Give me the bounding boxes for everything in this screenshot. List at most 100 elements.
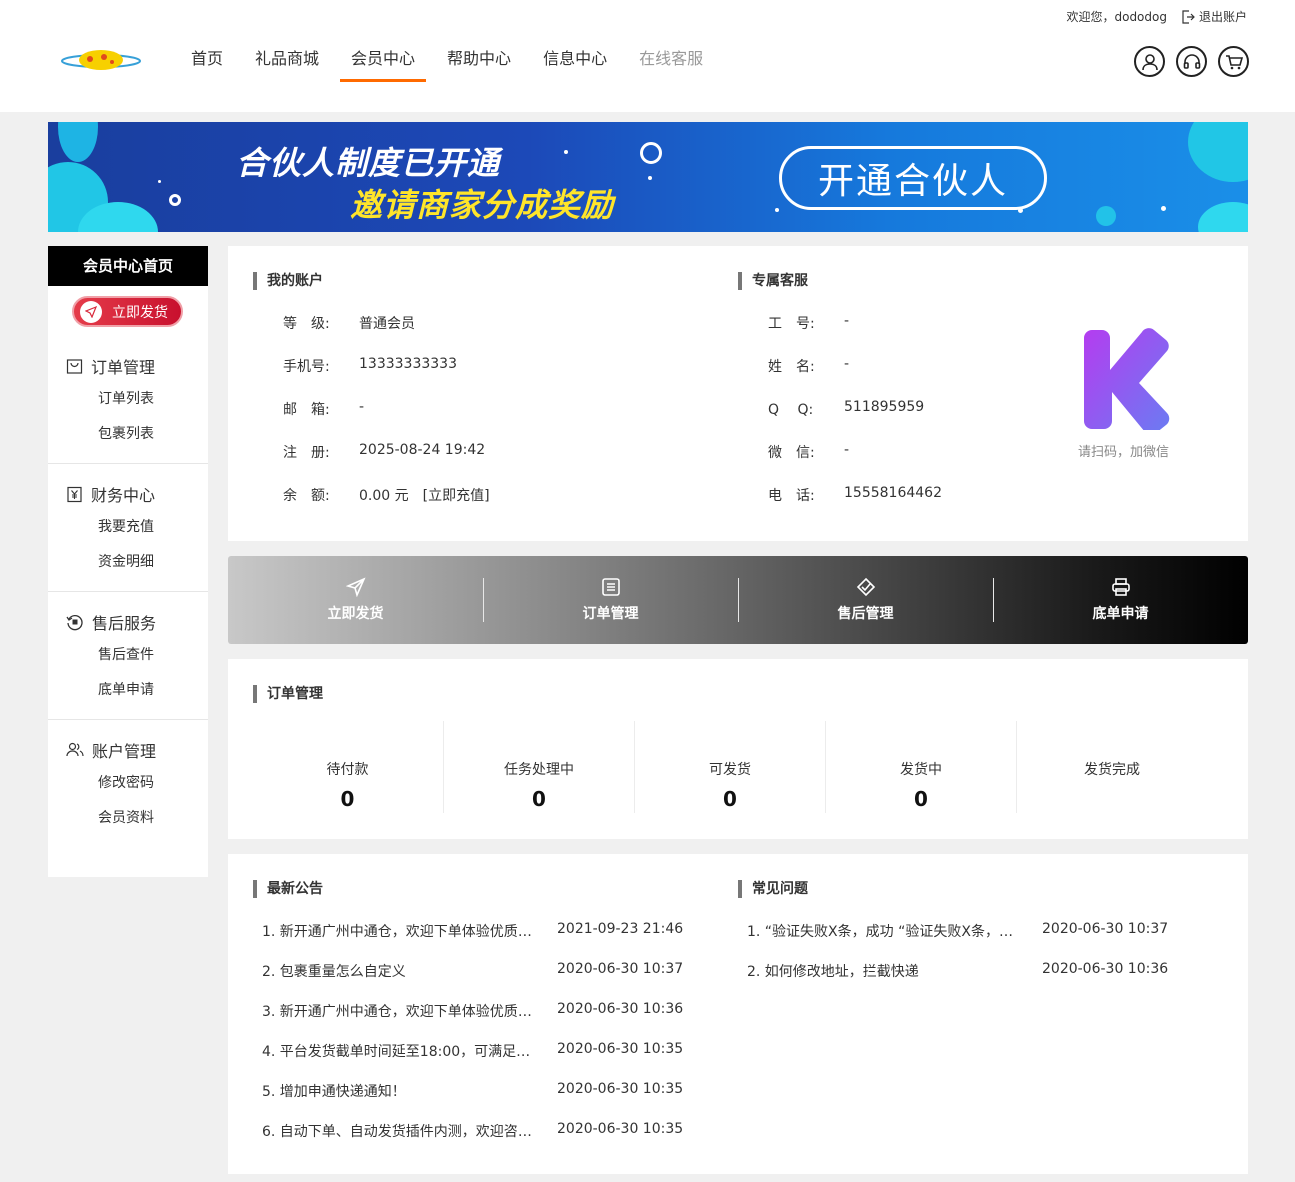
faq-text: 1. “验证失败X条，成功 “验证失败X条，成功X条” [747,924,1017,940]
open-partner-button[interactable]: 开通合伙人 [779,146,1047,210]
cart-icon[interactable] [1218,46,1249,77]
sidebar-item-package-list[interactable]: 包裹列表 [48,417,208,452]
faq-date: 2020-06-30 10:36 [1042,961,1169,977]
field-label: 余 额: [283,488,330,504]
nav-online-service[interactable]: 在线客服 [628,36,714,82]
partner-banner[interactable]: 合伙人制度已开通 邀请商家分成奖励 开通合伙人 [48,122,1248,232]
service-row: 姓 名: - [768,356,849,376]
stat-count: 0 [532,787,546,811]
stat-pending-payment[interactable]: 待付款 0 [252,721,443,813]
account-row: 余 额: 0.00 元 [立即充值] [283,485,490,505]
announcement-date: 2020-06-30 10:36 [557,1001,684,1017]
sidebar-group-title[interactable]: 售后服务 [48,610,208,634]
quick-ship-now[interactable]: 立即发货 [228,556,483,644]
field-label: 等 级: [283,316,330,332]
divider [48,591,208,592]
stat-processing[interactable]: 任务处理中 0 [443,721,634,813]
users-icon [66,742,84,757]
shopping-bag-icon [66,358,83,374]
ship-now-button[interactable]: 立即发货 [72,296,183,327]
sidebar-home-link[interactable]: 会员中心首页 [48,246,208,286]
banner-decoration [564,150,568,154]
header-icons [1134,46,1249,77]
account-row: 注 册: 2025-08-24 19:42 [283,442,485,462]
nav-help-center[interactable]: 帮助中心 [436,36,522,82]
nav-gift-mall[interactable]: 礼品商城 [244,36,330,82]
field-label: 姓 名: [768,359,815,375]
banner-decoration [1198,202,1248,232]
quick-order-management[interactable]: 订单管理 [483,556,738,644]
member-sidebar: 会员中心首页 立即发货 订单管理 订单列表 包裹列表 财务中心 我要充值 资金明… [48,246,208,877]
field-label: 注 册: [283,445,330,461]
yuan-doc-icon [67,486,82,502]
stat-count: 0 [340,787,355,811]
announcement-text: 4. 平台发货截单时间延至18:00，可满足24小时发货 [262,1044,532,1060]
logout-label: 退出账户 [1198,10,1247,24]
banner-decoration [58,122,98,162]
headset-icon[interactable] [1176,46,1207,77]
stat-ready-to-ship[interactable]: 可发货 0 [634,721,825,813]
sidebar-item-receipt-request[interactable]: 底单申请 [48,673,208,708]
ship-now-label: 立即发货 [112,304,168,321]
staff-id-value: - [844,313,850,329]
stat-label: 任务处理中 [504,762,574,778]
service-row: 微 信: - [768,442,849,462]
sidebar-group-title[interactable]: 订单管理 [48,354,208,378]
sidebar-group-title[interactable]: 财务中心 [48,482,208,506]
quick-action-label: 底单申请 [1092,606,1149,622]
sidebar-group-title[interactable]: 账户管理 [48,738,208,762]
sidebar-item-order-list[interactable]: 订单列表 [48,382,208,417]
service-section-title: 专属客服 [738,272,808,290]
paper-plane-icon [80,300,102,323]
stat-label: 可发货 [709,762,751,778]
field-label: 工 号: [768,316,815,332]
wechat-qr-logo [1084,328,1170,430]
sidebar-item-recharge[interactable]: 我要充值 [48,510,208,545]
announcement-text: 1. 新开通广州中通仓，欢迎下单体验优质服务 [262,924,532,940]
banner-decoration [1161,206,1166,211]
nav-info-center[interactable]: 信息中心 [532,36,618,82]
news-panel: 最新公告 1. 新开通广州中通仓，欢迎下单体验优质服务 2021-09-23 21… [228,854,1248,1174]
handshake-icon [856,577,875,597]
recharge-link[interactable]: [立即充值] [423,485,490,505]
stat-shipping[interactable]: 发货中 0 [825,721,1016,813]
stat-count: 0 [914,787,928,811]
banner-decoration [1188,122,1248,182]
level-value: 普通会员 [359,316,415,332]
stat-shipped[interactable]: 发货完成 [1016,721,1207,813]
sidebar-group-orders: 订单管理 订单列表 包裹列表 [48,354,208,452]
quick-after-sales[interactable]: 售后管理 [738,556,993,644]
sidebar-item-after-sales-query[interactable]: 售后查件 [48,638,208,673]
account-row: 等 级: 普通会员 [283,313,415,333]
banner-decoration [1096,206,1116,226]
qr-hint: 请扫码，加微信 [1078,445,1170,460]
user-icon[interactable] [1134,46,1165,77]
logout-link[interactable]: 退出账户 [1181,8,1247,25]
quick-action-label: 立即发货 [327,606,384,622]
wechat-value: - [844,442,850,458]
sidebar-item-fund-details[interactable]: 资金明细 [48,545,208,580]
email-value: - [359,399,365,415]
field-label: 电 话: [768,488,815,504]
balance-value: 0.00 元 [359,488,409,504]
nav-home[interactable]: 首页 [180,36,234,82]
quick-action-label: 售后管理 [837,606,894,622]
field-label: Q Q: [768,402,814,418]
quick-action-label: 订单管理 [582,606,639,622]
top-bar: 欢迎您，dododog 退出账户 [1066,8,1247,25]
telephone-value: 15558164462 [844,485,942,501]
sidebar-item-member-profile[interactable]: 会员资料 [48,801,208,836]
announcement-date: 2020-06-30 10:35 [557,1081,684,1097]
faq-date: 2020-06-30 10:37 [1042,921,1169,937]
banner-decoration [775,208,779,212]
sidebar-item-change-password[interactable]: 修改密码 [48,766,208,801]
stat-count: 0 [723,787,737,811]
nav-member-center[interactable]: 会员中心 [340,36,427,82]
site-header: 欢迎您，dododog 退出账户 首页 礼品商城 会员中心 帮助中心 信息中心 … [0,0,1295,112]
welcome-text: 欢迎您，dododog [1066,10,1167,24]
site-logo[interactable] [60,44,142,76]
order-section-title: 订单管理 [253,685,323,703]
banner-decoration [158,180,161,183]
sidebar-group-label: 财务中心 [91,486,156,505]
quick-receipt-request[interactable]: 底单申请 [993,556,1248,644]
